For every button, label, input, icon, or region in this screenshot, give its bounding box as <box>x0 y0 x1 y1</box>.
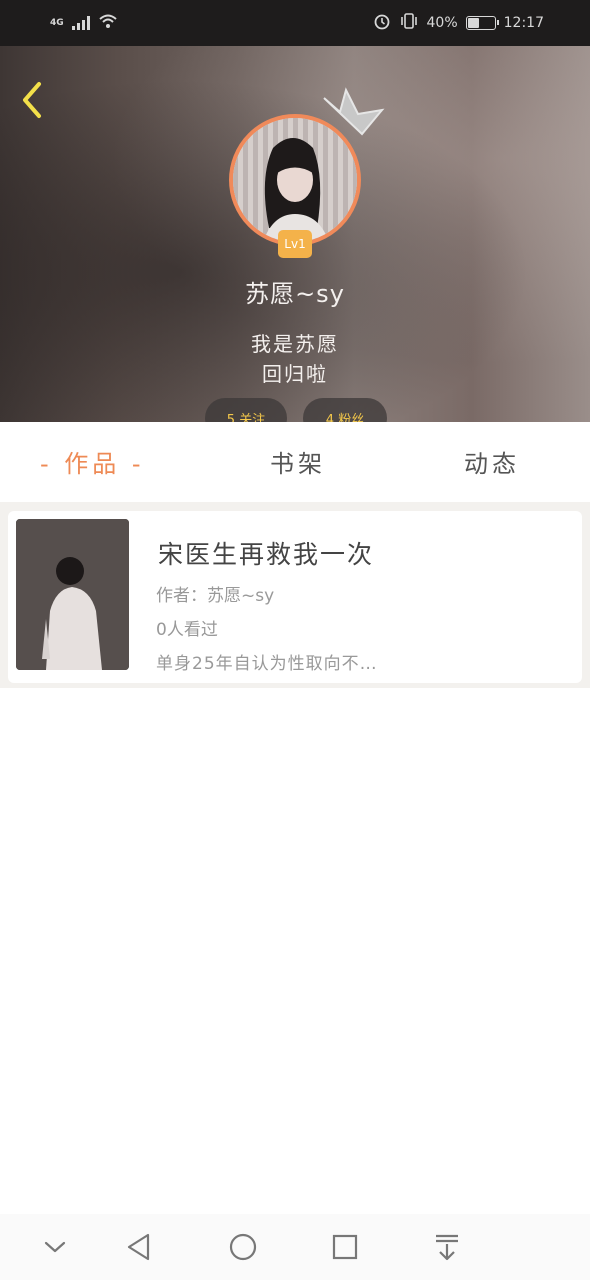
back-button[interactable] <box>14 78 50 122</box>
book-card[interactable]: 宋医生再救我一次 作者：苏愿~sy 0人看过 单身25年自认为性取向不… <box>8 511 582 683</box>
notification-pulldown-icon[interactable] <box>430 1230 464 1264</box>
battery-percent: 40% <box>426 15 458 31</box>
book-title[interactable]: 宋医生再救我一次 <box>158 535 374 571</box>
battery-icon <box>465 16 499 30</box>
chevron-down-icon[interactable] <box>38 1230 72 1264</box>
system-nav-bar <box>0 1214 590 1280</box>
level-badge: Lv1 <box>278 230 312 258</box>
avatar[interactable] <box>229 114 361 246</box>
tab-works[interactable]: - 作品 - <box>40 444 145 479</box>
signal-icon <box>71 16 90 30</box>
tab-bookshelf[interactable]: 书架 <box>270 444 326 479</box>
bio-line-1: 我是苏愿 <box>251 332 339 356</box>
fans-count-button[interactable]: 4 粉丝 <box>303 398 387 422</box>
book-cover <box>16 519 129 670</box>
back-triangle-icon[interactable] <box>122 1230 156 1264</box>
bio-line-2: 回归啦 <box>262 362 328 386</box>
home-circle-icon[interactable] <box>226 1230 260 1264</box>
profile-tabs: - 作品 - 书架 动态 <box>0 422 590 502</box>
alarm-icon <box>373 12 391 34</box>
book-description: 单身25年自认为性取向不… <box>156 654 378 674</box>
network-type: 4G <box>50 17 64 28</box>
recents-square-icon[interactable] <box>328 1230 362 1264</box>
status-bar: 4G 40% 12:17 <box>0 0 590 46</box>
username: 苏愿~sy <box>245 280 345 308</box>
wifi-icon <box>98 13 118 33</box>
book-author: 作者：苏愿~sy <box>156 586 275 606</box>
profile-header: Lv1 苏愿~sy 我是苏愿 回归啦 5 关注 4 粉丝 <box>0 46 590 422</box>
tab-feed[interactable]: 动态 <box>464 444 520 479</box>
book-view-count: 0人看过 <box>156 620 218 640</box>
clock: 12:17 <box>503 15 544 31</box>
follow-count-button[interactable]: 5 关注 <box>205 398 287 422</box>
back-arrow-icon <box>23 82 41 118</box>
vibrate-icon <box>399 12 419 34</box>
